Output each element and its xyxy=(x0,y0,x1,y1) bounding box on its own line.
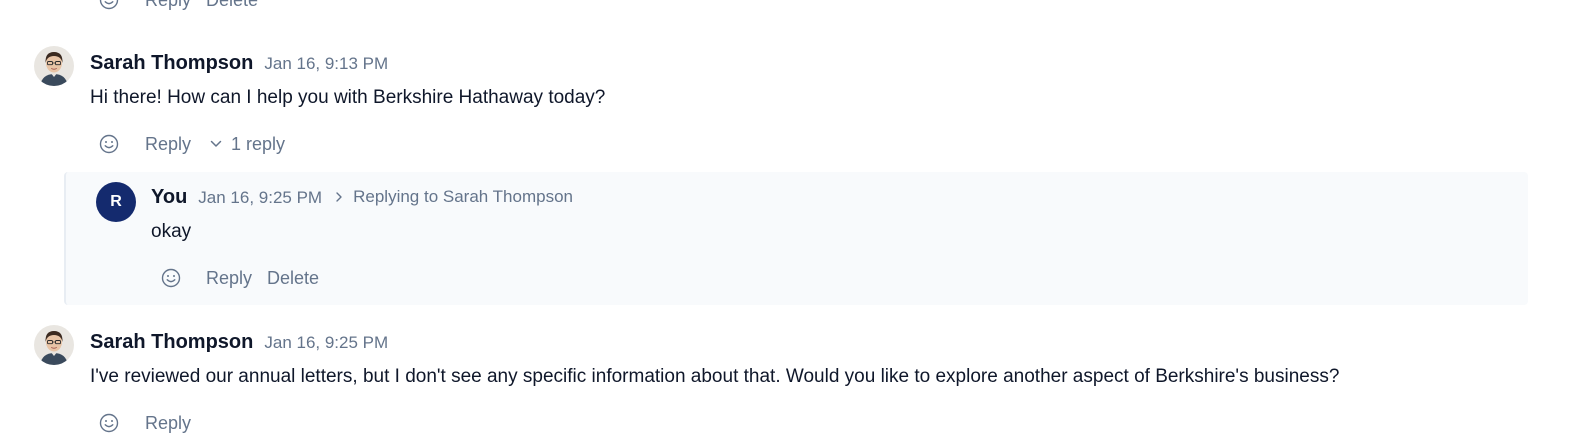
message-actions: Reply 1 reply xyxy=(99,132,285,156)
emoji-react-icon[interactable] xyxy=(99,413,119,433)
replying-to-text: Replying to Sarah Thompson xyxy=(353,187,573,206)
message-header: Sarah Thompson Jan 16, 9:13 PM xyxy=(90,52,388,75)
delete-button[interactable]: Delete xyxy=(267,266,319,290)
chevron-right-icon xyxy=(336,192,342,202)
message-text: Hi there! How can I help you with Berksh… xyxy=(90,87,606,108)
emoji-react-icon[interactable] xyxy=(161,268,181,288)
author-name: Sarah Thompson xyxy=(90,52,254,74)
message-header: Sarah Thompson Jan 16, 9:25 PM xyxy=(90,331,388,354)
reply-count: 1 reply xyxy=(231,133,286,154)
previous-message-actions: Reply Delete xyxy=(99,0,258,12)
reply-button[interactable]: Reply xyxy=(206,266,252,290)
toggle-replies-button[interactable]: 1 reply xyxy=(209,134,285,155)
author-name: You xyxy=(151,186,188,208)
chevron-down-icon xyxy=(210,140,222,147)
message-header: You Jan 16, 9:25 PM Replying to Sarah Th… xyxy=(151,186,573,209)
reply-button[interactable]: Reply xyxy=(145,132,191,156)
reply-button[interactable]: Reply xyxy=(145,0,191,12)
avatar xyxy=(34,325,74,365)
comment-thread: Reply Delete Sarah Thompson Jan 16, 9:13… xyxy=(0,0,1575,445)
avatar: R xyxy=(96,182,136,222)
message-actions: Reply Delete xyxy=(161,266,319,290)
replying-to-label: Replying to Sarah Thompson xyxy=(334,187,573,207)
message-text: I've reviewed our annual letters, but I … xyxy=(90,366,1340,387)
reply-button[interactable]: Reply xyxy=(145,411,191,435)
emoji-react-icon[interactable] xyxy=(99,134,119,154)
delete-button[interactable]: Delete xyxy=(206,0,258,12)
timestamp: Jan 16, 9:25 PM xyxy=(264,333,389,352)
message-actions: Reply xyxy=(99,411,191,435)
timestamp: Jan 16, 9:13 PM xyxy=(264,54,389,73)
emoji-react-icon[interactable] xyxy=(99,0,119,10)
avatar xyxy=(34,46,74,86)
author-name: Sarah Thompson xyxy=(90,331,254,353)
message-text: okay xyxy=(151,221,192,242)
timestamp: Jan 16, 9:25 PM xyxy=(198,188,323,207)
